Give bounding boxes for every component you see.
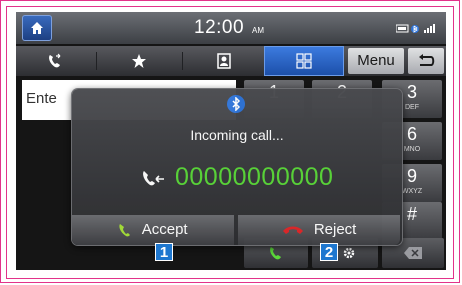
incoming-call-title: Incoming call... — [190, 127, 284, 143]
tab-separator — [96, 52, 97, 70]
tab-contacts[interactable] — [184, 46, 264, 76]
tab-bar: Menu — [16, 46, 446, 76]
tab-recent-calls[interactable] — [16, 46, 94, 76]
reject-phone-icon — [282, 226, 303, 235]
recent-calls-icon — [49, 53, 61, 68]
accept-label: Accept — [141, 221, 188, 238]
clock-ampm: AM — [252, 26, 264, 35]
bluetooth-icon — [227, 95, 245, 113]
callout-2: 2 — [320, 243, 338, 261]
callout-1: 1 — [155, 243, 173, 261]
contacts-icon — [217, 53, 231, 69]
menu-button[interactable]: Menu — [348, 48, 404, 74]
tab-dialpad[interactable] — [264, 46, 344, 76]
caller-number: 00000000000 — [175, 163, 334, 191]
reject-button[interactable]: Reject — [238, 215, 400, 245]
reject-label: Reject — [313, 221, 357, 238]
phone-call-icon — [270, 247, 281, 260]
signal-icon — [424, 24, 435, 33]
accept-button[interactable]: Accept — [72, 215, 234, 245]
home-icon — [31, 22, 43, 34]
status-icons — [396, 24, 435, 33]
home-button[interactable] — [22, 15, 52, 41]
number-input-value: Ente — [26, 90, 57, 107]
tab-separator — [182, 52, 183, 70]
backspace-icon — [404, 247, 422, 259]
dialpad-icon — [296, 53, 312, 69]
battery-icon — [396, 24, 409, 33]
accept-phone-icon — [119, 224, 131, 237]
bluetooth-status-icon — [411, 25, 419, 33]
incoming-call-icon — [142, 170, 164, 185]
back-arrow-icon — [419, 54, 435, 66]
back-button[interactable] — [408, 48, 444, 74]
incoming-call-popup: Incoming call... 00000000000 Accept Reje… — [72, 89, 402, 245]
star-icon — [132, 54, 146, 68]
head-unit-screen: 12:00 AM Menu Ente 3 DEF 6 MNO 9 WXYZ # … — [16, 12, 446, 270]
tab-favorites[interactable] — [98, 46, 180, 76]
gear-icon — [343, 247, 355, 259]
clock: 12:00 — [194, 17, 245, 38]
caller-row: 00000000000 — [72, 163, 402, 192]
status-bar: 12:00 AM — [16, 12, 446, 44]
